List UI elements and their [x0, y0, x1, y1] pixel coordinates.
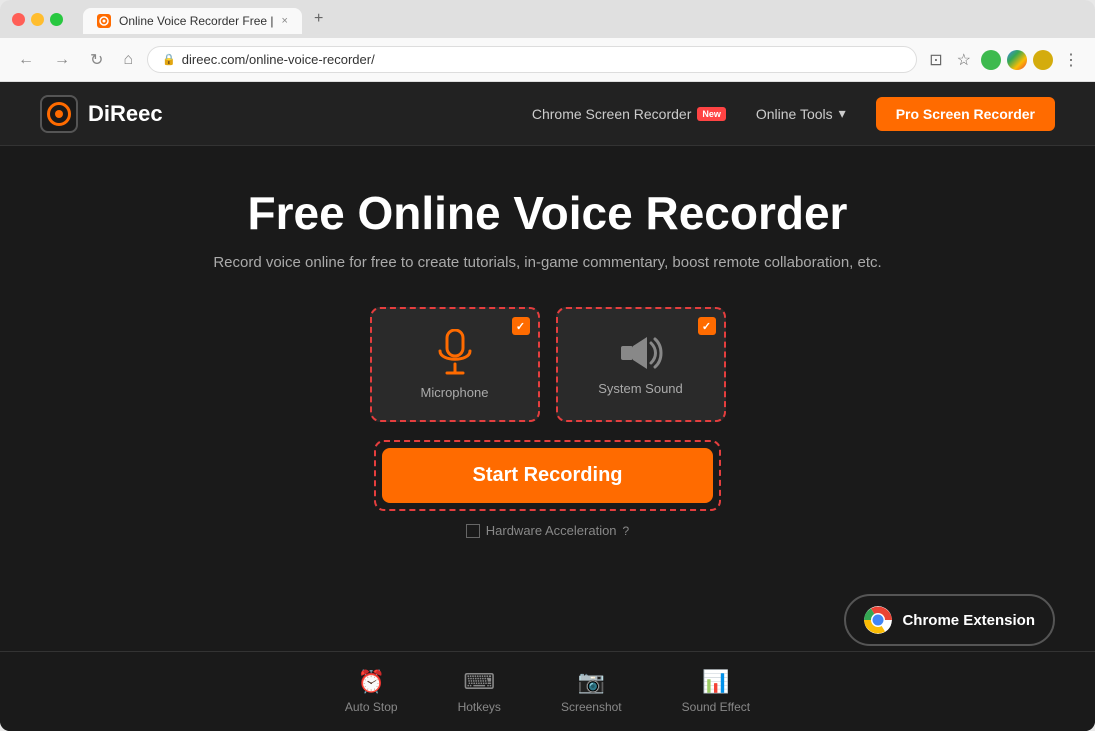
main-content: Free Online Voice Recorder Record voice … [0, 146, 1095, 558]
sound-effect-icon: 📊 [702, 669, 729, 695]
maximize-button[interactable] [50, 13, 63, 26]
system-sound-checkbox[interactable]: ✓ [698, 317, 716, 335]
logo-icon [40, 95, 78, 133]
screenshot-label: Screenshot [561, 700, 622, 714]
nav-links: Chrome Screen Recorder New Online Tools … [532, 97, 1055, 131]
browser-frame: Online Voice Recorder Free | × + ← → ↻ ⌂… [0, 0, 1095, 731]
hardware-acceleration-checkbox[interactable] [466, 524, 480, 538]
tab-close-button[interactable]: × [282, 15, 288, 27]
browser-toolbar-icons: ⊡ ☆ ⋮ [925, 46, 1083, 74]
sound-effect-item[interactable]: 📊 Sound Effect [682, 669, 751, 714]
system-sound-card[interactable]: ✓ System Sound [556, 307, 726, 422]
auto-stop-item[interactable]: ⏰ Auto Stop [345, 669, 398, 714]
back-button[interactable]: ← [12, 47, 40, 73]
new-tab-button[interactable]: + [304, 4, 333, 34]
online-tools-link[interactable]: Online Tools ▾ [756, 105, 846, 122]
logo-dot [55, 110, 63, 118]
website-content: DiReec Chrome Screen Recorder New Online… [0, 82, 1095, 731]
system-sound-label: System Sound [598, 381, 683, 396]
hero-subtitle: Record voice online for free to create t… [213, 254, 881, 271]
auto-stop-icon: ⏰ [358, 669, 385, 695]
forward-button[interactable]: → [48, 47, 76, 73]
cast-icon[interactable]: ⊡ [925, 46, 946, 74]
tab-title: Online Voice Recorder Free | [119, 14, 274, 28]
tab-area: Online Voice Recorder Free | × + [83, 4, 1083, 34]
active-tab[interactable]: Online Voice Recorder Free | × [83, 8, 302, 34]
page-title: Free Online Voice Recorder [248, 186, 848, 240]
chrome-logo [864, 606, 892, 634]
bottom-toolbar: ⏰ Auto Stop ⌨ Hotkeys 📷 Screenshot 📊 Sou… [0, 651, 1095, 731]
logo-area: DiReec [40, 95, 163, 133]
start-recording-wrapper: Start Recording [374, 440, 720, 511]
minimize-button[interactable] [31, 13, 44, 26]
chrome-extension-button[interactable]: Chrome Extension [844, 594, 1055, 646]
microphone-icon [436, 329, 474, 377]
new-badge: New [697, 107, 726, 121]
hotkeys-item[interactable]: ⌨ Hotkeys [458, 669, 501, 714]
extensions-icon[interactable] [1007, 50, 1027, 70]
hardware-acceleration-label: Hardware Acceleration [486, 523, 617, 538]
chrome-screen-recorder-link[interactable]: Chrome Screen Recorder New [532, 106, 726, 122]
hotkeys-icon: ⌨ [463, 669, 495, 695]
url-text: direec.com/online-voice-recorder/ [182, 52, 375, 67]
sound-effect-label: Sound Effect [682, 700, 751, 714]
title-bar: Online Voice Recorder Free | × + [0, 0, 1095, 38]
auto-stop-label: Auto Stop [345, 700, 398, 714]
microphone-checkbox[interactable]: ✓ [512, 317, 530, 335]
system-sound-icon [619, 333, 663, 373]
site-nav: DiReec Chrome Screen Recorder New Online… [0, 82, 1095, 146]
address-bar: ← → ↻ ⌂ 🔒 direec.com/online-voice-record… [0, 38, 1095, 82]
chrome-extension-label: Chrome Extension [902, 612, 1035, 629]
home-button[interactable]: ⌂ [117, 47, 139, 73]
lock-icon: 🔒 [162, 53, 176, 66]
menu-icon[interactable]: ⋮ [1059, 46, 1083, 74]
reload-button[interactable]: ↻ [84, 46, 109, 74]
logo-text: DiReec [88, 101, 163, 127]
bookmark-icon[interactable]: ☆ [953, 46, 975, 74]
screenshot-item[interactable]: 📷 Screenshot [561, 669, 622, 714]
url-bar[interactable]: 🔒 direec.com/online-voice-recorder/ [147, 46, 917, 73]
profile-yellow[interactable] [1033, 50, 1053, 70]
close-button[interactable] [12, 13, 25, 26]
pro-screen-recorder-button[interactable]: Pro Screen Recorder [876, 97, 1055, 131]
tab-favicon [97, 14, 111, 28]
microphone-label: Microphone [421, 385, 489, 400]
hotkeys-label: Hotkeys [458, 700, 501, 714]
start-recording-button[interactable]: Start Recording [382, 448, 712, 503]
microphone-card[interactable]: ✓ Microphone [370, 307, 540, 422]
profile-avatar[interactable] [981, 50, 1001, 70]
hardware-acceleration-row: Hardware Acceleration ? [466, 523, 629, 538]
traffic-lights [12, 13, 63, 26]
logo-ring [47, 102, 71, 126]
help-icon[interactable]: ? [623, 524, 630, 538]
screenshot-icon: 📷 [578, 669, 605, 695]
recording-options: ✓ Microphone ✓ [370, 307, 726, 422]
